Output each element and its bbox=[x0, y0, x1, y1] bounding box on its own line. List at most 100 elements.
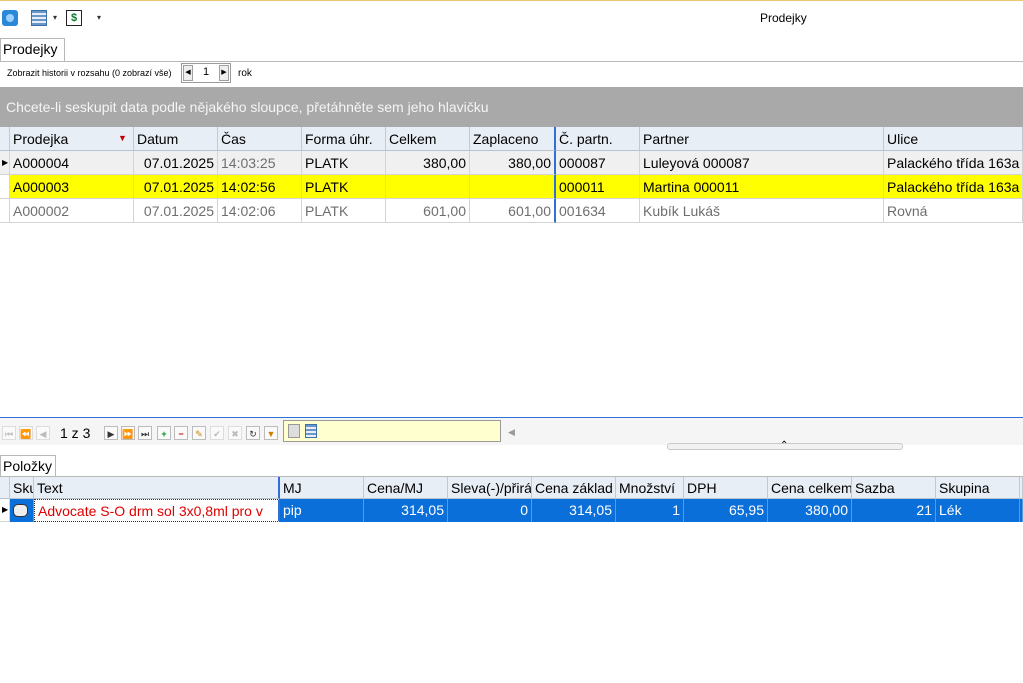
row-indicator-header bbox=[0, 477, 10, 499]
filter-editor-icon[interactable] bbox=[305, 424, 317, 438]
dollar-icon[interactable]: $ bbox=[66, 10, 82, 26]
table-cell-cena-celkem[interactable]: 380,00 bbox=[768, 499, 852, 522]
cancel-icon[interactable]: ✖ bbox=[228, 426, 242, 440]
table-cell-c-partn[interactable]: 000011 bbox=[556, 175, 640, 199]
table-cell-forma[interactable]: PLATK bbox=[302, 175, 386, 199]
prev-record-icon[interactable]: ◀ bbox=[36, 426, 50, 440]
table-cell-prodejka[interactable]: A000002 bbox=[10, 199, 134, 223]
table-cell-zaplaceno[interactable] bbox=[470, 175, 556, 199]
next-page-icon[interactable]: ⏩ bbox=[121, 426, 135, 440]
tab-prodejky[interactable]: Prodejky bbox=[0, 38, 65, 62]
column-header-sleva[interactable]: Sleva(-)/přirá bbox=[448, 477, 532, 499]
title-bar bbox=[0, 0, 1023, 34]
table-cell-cena-zaklad[interactable]: 314,05 bbox=[532, 499, 616, 522]
table-cell-c-partn[interactable]: 000087 bbox=[556, 151, 640, 175]
column-header-dph[interactable]: DPH bbox=[684, 477, 768, 499]
table-cell-cas[interactable]: 14:02:06 bbox=[218, 199, 302, 223]
prev-page-icon[interactable]: ⏪ bbox=[19, 426, 33, 440]
history-spinner[interactable]: ◀ 1 ▶ bbox=[181, 63, 231, 83]
tab-polozky[interactable]: Položky bbox=[0, 455, 56, 477]
row-indicator-icon: ▶ bbox=[0, 151, 10, 175]
column-header-celkem[interactable]: Celkem bbox=[386, 127, 470, 151]
customize-toolbar-icon[interactable]: ▾ bbox=[97, 13, 101, 22]
table-cell-forma[interactable]: PLATK bbox=[302, 199, 386, 223]
table-cell-datum[interactable]: 07.01.2025 bbox=[134, 199, 218, 223]
column-header-forma[interactable]: Forma úhr. bbox=[302, 127, 386, 151]
delete-record-icon[interactable]: − bbox=[174, 426, 188, 440]
row-indicator-header bbox=[0, 127, 10, 151]
table-cell-dph[interactable]: 65,95 bbox=[684, 499, 768, 522]
column-header-cena-mj[interactable]: Cena/MJ bbox=[364, 477, 448, 499]
table-cell-ulice[interactable]: Rovná bbox=[884, 199, 1023, 223]
clear-filter-icon[interactable] bbox=[288, 424, 300, 438]
table-cell-zaplaceno[interactable]: 380,00 bbox=[470, 151, 556, 175]
medicine-icon bbox=[13, 504, 28, 517]
history-label: Zobrazit historii v rozsahu (0 zobrazí v… bbox=[7, 68, 172, 78]
table-cell-prodejka[interactable]: A000004 bbox=[10, 151, 134, 175]
chevron-up-icon[interactable]: ⌃ bbox=[780, 440, 788, 451]
increment-button[interactable]: ▶ bbox=[219, 65, 229, 81]
decrement-button[interactable]: ◀ bbox=[183, 65, 193, 81]
filter-input[interactable] bbox=[283, 420, 501, 442]
table-cell-prodejka[interactable]: A000003 bbox=[10, 175, 134, 199]
first-record-icon[interactable]: ⏮ bbox=[2, 426, 16, 440]
refresh-icon[interactable]: ↻ bbox=[246, 426, 260, 440]
next-record-icon[interactable]: ▶ bbox=[104, 426, 118, 440]
column-header-text[interactable]: Text bbox=[34, 477, 280, 499]
table-cell-celkem[interactable]: 601,00 bbox=[386, 199, 470, 223]
column-header-sazba[interactable]: Sazba bbox=[852, 477, 936, 499]
table-cell-text[interactable]: Advocate S-O drm sol 3x0,8ml pro v bbox=[34, 499, 280, 522]
column-header-skupina[interactable]: Skupina bbox=[936, 477, 1020, 499]
table-cell-zaplaceno[interactable]: 601,00 bbox=[470, 199, 556, 223]
column-header-c-partn[interactable]: Č. partn. bbox=[556, 127, 640, 151]
add-record-icon[interactable]: + bbox=[157, 426, 171, 440]
row-indicator bbox=[0, 199, 10, 223]
confirm-icon[interactable]: ✔ bbox=[210, 426, 224, 440]
table-cell-sazba[interactable]: 21 bbox=[852, 499, 936, 522]
table-cell-celkem[interactable]: 380,00 bbox=[386, 151, 470, 175]
table-cell-skupina[interactable]: Lék bbox=[936, 499, 1020, 522]
table-cell-ulice[interactable]: Palackého třída 163a bbox=[884, 151, 1023, 175]
last-record-icon[interactable]: ⏭ bbox=[138, 426, 152, 440]
filter-icon[interactable]: ▼ bbox=[264, 426, 278, 440]
row-indicator bbox=[0, 175, 10, 199]
chevron-down-icon[interactable]: ▾ bbox=[53, 13, 57, 22]
table-cell-mj[interactable]: pip bbox=[280, 499, 364, 522]
tab-divider bbox=[0, 61, 1023, 62]
table-cell-datum[interactable]: 07.01.2025 bbox=[134, 175, 218, 199]
table-cell-partner[interactable]: Martina 000011 bbox=[640, 175, 884, 199]
table-cell-cas[interactable]: 14:02:56 bbox=[218, 175, 302, 199]
edit-record-icon[interactable]: ✎ bbox=[192, 426, 206, 440]
scroll-left-icon[interactable]: ◀ bbox=[508, 427, 515, 438]
column-header-ulice[interactable]: Ulice bbox=[884, 127, 1023, 151]
column-header-cena-zaklad[interactable]: Cena základ bbox=[532, 477, 616, 499]
table-cell-cena-mj[interactable]: 314,05 bbox=[364, 499, 448, 522]
column-header-sku[interactable]: Sku bbox=[10, 477, 34, 499]
column-header-mj[interactable]: MJ bbox=[280, 477, 364, 499]
table-cell-datum[interactable]: 07.01.2025 bbox=[134, 151, 218, 175]
column-header-cas[interactable]: Čas bbox=[218, 127, 302, 151]
column-header-datum[interactable]: Datum bbox=[134, 127, 218, 151]
table-cell-mnozstvi[interactable]: 1 bbox=[616, 499, 684, 522]
column-header-mnozstvi[interactable]: Množství bbox=[616, 477, 684, 499]
table-cell-celkem[interactable] bbox=[386, 175, 470, 199]
app-icon[interactable] bbox=[2, 10, 18, 26]
column-header-prodejka[interactable]: Prodejka bbox=[10, 127, 134, 151]
table-cell-sku[interactable] bbox=[10, 499, 34, 522]
list-icon[interactable] bbox=[31, 10, 47, 26]
column-header-zaplaceno[interactable]: Zaplaceno bbox=[470, 127, 556, 151]
table-cell-sleva[interactable]: 0 bbox=[448, 499, 532, 522]
table-cell-partner[interactable]: Kubík Lukáš bbox=[640, 199, 884, 223]
column-header-cena-celkem[interactable]: Cena celkem bbox=[768, 477, 852, 499]
history-value[interactable]: 1 bbox=[194, 66, 218, 78]
column-header-partner[interactable]: Partner bbox=[640, 127, 884, 151]
sort-descending-icon: ▼ bbox=[118, 133, 127, 143]
table-cell-forma[interactable]: PLATK bbox=[302, 151, 386, 175]
table-cell-c-partn[interactable]: 001634 bbox=[556, 199, 640, 223]
table-cell-cas[interactable]: 14:03:25 bbox=[218, 151, 302, 175]
table-cell-partner[interactable]: Luleyová 000087 bbox=[640, 151, 884, 175]
group-panel[interactable]: Chcete-li seskupit data podle nějakého s… bbox=[0, 87, 1023, 127]
table-cell-ulice[interactable]: Palackého třída 163a bbox=[884, 175, 1023, 199]
record-position: 1 z 3 bbox=[60, 425, 91, 441]
row-indicator-icon: ▶ bbox=[0, 499, 10, 522]
